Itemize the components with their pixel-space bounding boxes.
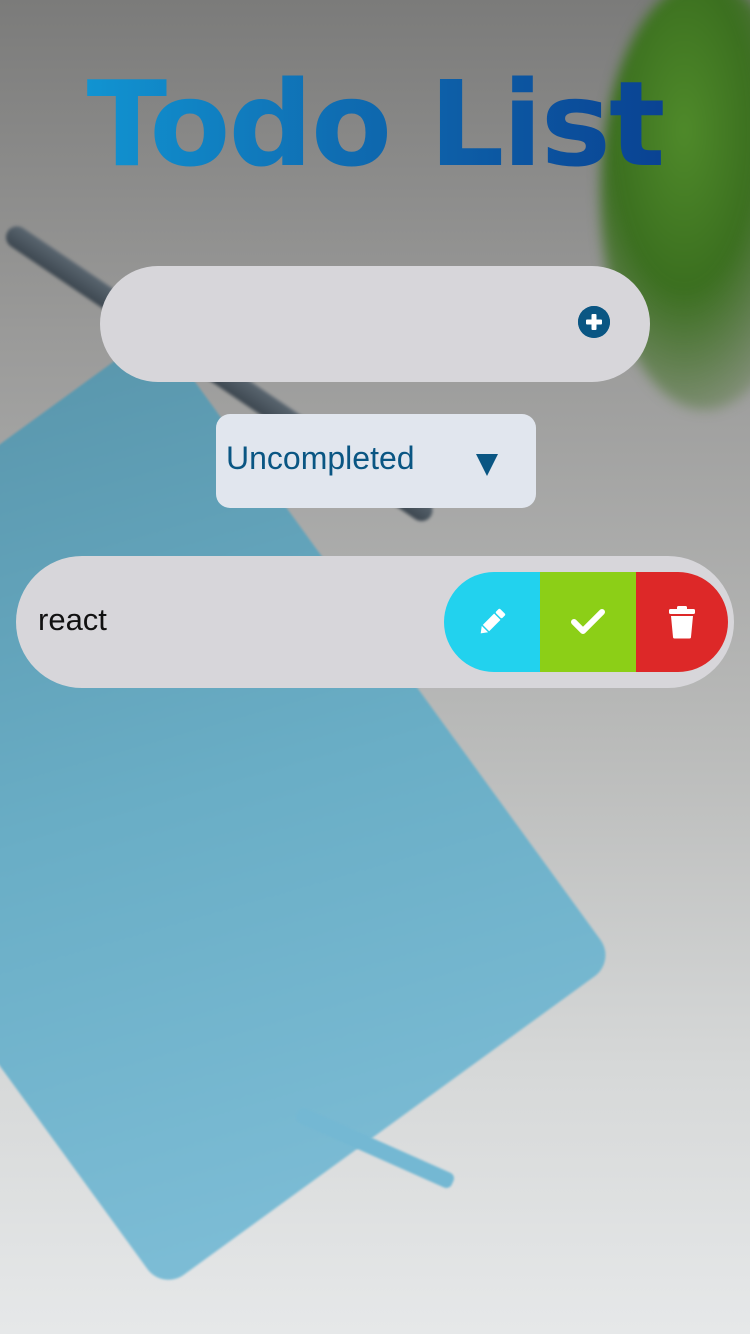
todo-item: react	[16, 556, 734, 688]
todo-input[interactable]	[140, 296, 564, 354]
pencil-icon	[480, 608, 506, 634]
todo-text: react	[38, 602, 107, 637]
trash-icon	[669, 606, 695, 639]
edit-button[interactable]	[444, 572, 540, 672]
chevron-down-icon	[476, 454, 498, 476]
add-todo-button[interactable]	[578, 306, 610, 338]
plus-circle-icon	[578, 306, 610, 338]
filter-select[interactable]: Uncompleted	[216, 414, 536, 508]
check-icon	[571, 609, 605, 634]
complete-button[interactable]	[540, 572, 636, 672]
page-title: Todo List	[0, 59, 750, 190]
filter-selected-value: Uncompleted	[226, 440, 415, 476]
add-todo-form	[100, 266, 650, 382]
delete-button[interactable]	[636, 572, 728, 672]
